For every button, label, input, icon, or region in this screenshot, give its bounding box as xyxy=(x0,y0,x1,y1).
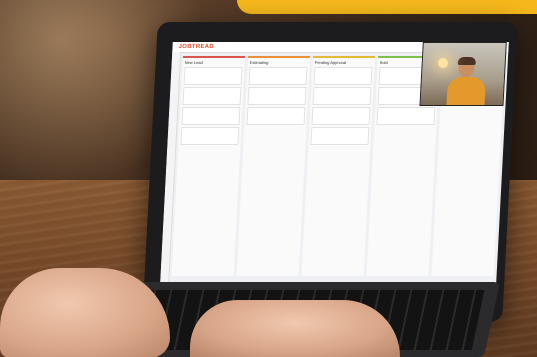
kanban-card xyxy=(183,67,243,85)
brand-accent-bar xyxy=(237,0,537,14)
kanban-column: New Lead xyxy=(171,56,246,276)
right-hand xyxy=(190,300,400,357)
video-call-window xyxy=(419,42,507,106)
laptop-screen: JOBTREAD New Lead Estimating Pending App… xyxy=(159,42,509,302)
photo-scene: JOBTREAD New Lead Estimating Pending App… xyxy=(0,0,537,357)
background-lamp xyxy=(438,58,448,68)
kanban-card xyxy=(311,107,371,125)
kanban-card xyxy=(248,67,308,85)
person-body xyxy=(446,77,486,105)
kanban-card xyxy=(246,107,306,125)
column-header: Pending Approval xyxy=(314,60,347,65)
kanban-card xyxy=(310,127,370,145)
column-header: New Lead xyxy=(184,60,203,65)
column-header: Estimating xyxy=(249,60,269,65)
app-logo: JOBTREAD xyxy=(178,44,215,50)
kanban-card xyxy=(247,87,307,105)
kanban-column: Estimating xyxy=(236,56,311,276)
kanban-card xyxy=(180,127,240,145)
kanban-card xyxy=(376,107,436,125)
kanban-card xyxy=(312,87,372,105)
kanban-card xyxy=(313,67,373,85)
kanban-card xyxy=(181,107,241,125)
kanban-column: Pending Approval xyxy=(301,56,376,276)
person-hair xyxy=(457,57,477,65)
kanban-card xyxy=(182,87,242,105)
